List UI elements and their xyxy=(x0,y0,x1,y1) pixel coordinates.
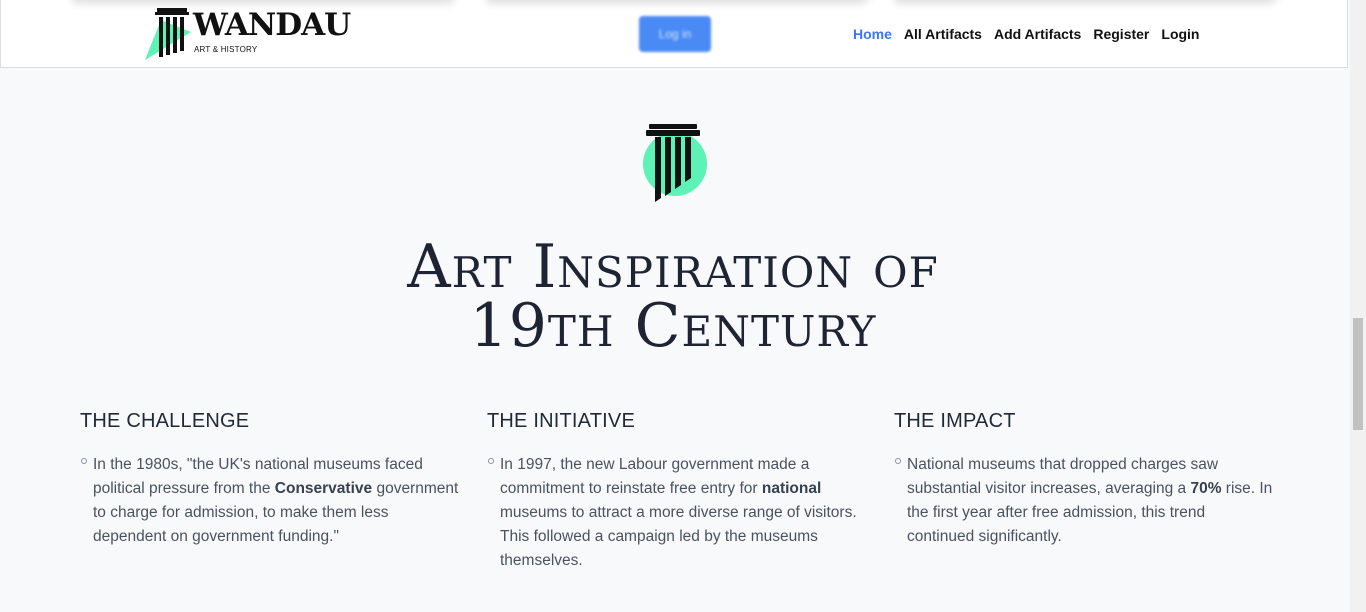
logo-subtitle: ART & HISTORY xyxy=(194,45,258,54)
title-line-2: 19th Century xyxy=(469,291,877,361)
section-list: In the 1980s, "the UK's national museums… xyxy=(80,453,460,549)
column-emblem-icon xyxy=(643,124,707,202)
page-scrollbar[interactable] xyxy=(1350,0,1366,612)
page-title: Art Inspiration of 19th Century xyxy=(283,237,1063,356)
scrollbar-thumb[interactable] xyxy=(1353,318,1363,430)
nav-register[interactable]: Register xyxy=(1093,26,1149,42)
nav-add-artifacts[interactable]: Add Artifacts xyxy=(994,26,1081,42)
section-list: In 1997, the new Labour government made … xyxy=(487,453,867,573)
section-heading: THE CHALLENGE xyxy=(80,410,250,432)
list-item: National museums that dropped charges sa… xyxy=(895,453,1274,549)
section-heading: THE IMPACT xyxy=(894,410,1016,432)
challenge-section: THE CHALLENGE In the 1980s, "the UK's na… xyxy=(80,410,460,549)
main-nav: Home All Artifacts Add Artifacts Registe… xyxy=(853,26,1200,42)
impact-section: THE IMPACT National museums that dropped… xyxy=(894,410,1274,549)
site-header: WANDAU ART & HISTORY Log in Home All Art… xyxy=(0,0,1348,68)
list-item: In the 1980s, "the UK's national museums… xyxy=(81,453,460,549)
logo-title: WANDAU xyxy=(193,7,351,43)
nav-all-artifacts[interactable]: All Artifacts xyxy=(904,26,982,42)
section-heading: THE INITIATIVE xyxy=(487,410,635,432)
login-cta-button[interactable]: Log in xyxy=(639,16,711,52)
nav-home[interactable]: Home xyxy=(853,26,892,42)
section-list: National museums that dropped charges sa… xyxy=(894,453,1274,549)
initiative-section: THE INITIATIVE In 1997, the new Labour g… xyxy=(487,410,867,573)
list-item: In 1997, the new Labour government made … xyxy=(488,453,867,573)
nav-login[interactable]: Login xyxy=(1161,26,1199,42)
